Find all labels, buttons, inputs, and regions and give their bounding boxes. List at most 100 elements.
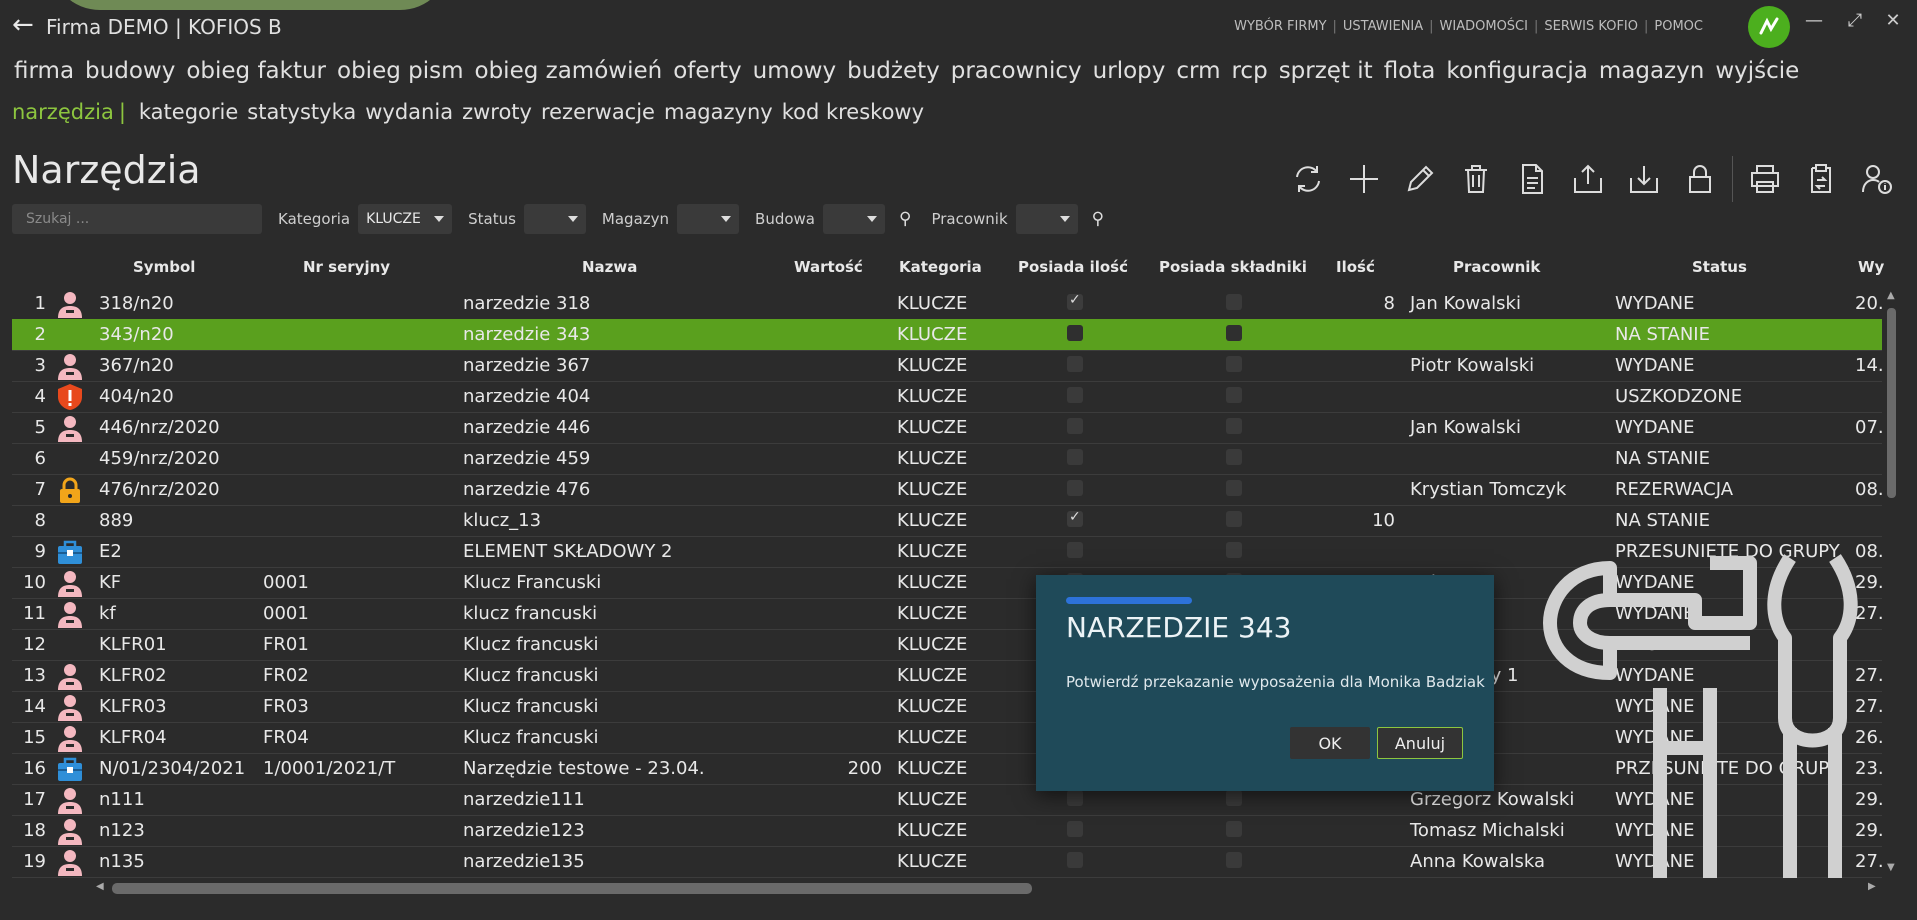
subnav-item[interactable]: rezerwacje (541, 100, 655, 124)
scroll-left-icon[interactable]: ◀ (96, 881, 104, 892)
main-nav-item[interactable]: obieg pism (337, 58, 464, 84)
table-row[interactable]: 1 318/n20 narzedzie 318 KLUCZE 8 Jan Kowalski… (12, 288, 1882, 320)
subnav-item[interactable]: magazyny (664, 100, 773, 124)
posiada-skladniki-checkbox[interactable] (1226, 542, 1242, 558)
main-nav-item[interactable]: budżety (847, 58, 940, 84)
top-menu-item[interactable]: WYBÓR FIRMY (1228, 19, 1332, 34)
posiada-skladniki-checkbox[interactable] (1226, 294, 1242, 310)
table-row[interactable]: 8 889 klucz_13 KLUCZE 10 NA STANIE (12, 505, 1882, 537)
back-arrow-icon[interactable]: ← (12, 12, 34, 38)
posiada-ilosc-checkbox[interactable] (1067, 449, 1083, 465)
table-row[interactable]: 5 446/nrz/2020 narzedzie 446 KLUCZE Jan Kowa… (12, 412, 1882, 444)
col-header-wartosc[interactable]: Wartość (794, 258, 863, 276)
subnav-item[interactable]: wydania (365, 100, 453, 124)
pracownik-dropdown[interactable] (1015, 204, 1078, 234)
top-menu-item[interactable]: SERWIS KOFIO (1538, 19, 1644, 34)
main-nav-item[interactable]: oferty (673, 58, 741, 84)
main-nav-item[interactable]: pracownicy (951, 58, 1082, 84)
col-header-posiada-skladniki[interactable]: Posiada składniki (1159, 258, 1307, 276)
top-menu-item[interactable]: USTAWIENIA (1337, 19, 1429, 34)
main-nav-item[interactable]: urlopy (1093, 58, 1166, 84)
posiada-ilosc-checkbox[interactable] (1067, 292, 1083, 310)
import-icon[interactable] (1616, 159, 1672, 199)
main-nav-item[interactable]: magazyn (1599, 58, 1704, 84)
delete-icon[interactable] (1448, 159, 1504, 199)
posiada-ilosc-checkbox[interactable] (1067, 480, 1083, 496)
user-info-icon[interactable] (1849, 159, 1905, 199)
edit-pencil-icon[interactable] (1392, 159, 1448, 199)
table-row[interactable]: 6 459/nrz/2020 narzedzie 459 KLUCZE NA STANI… (12, 443, 1882, 475)
top-menu-item[interactable]: POMOC (1648, 19, 1709, 34)
posiada-skladniki-checkbox[interactable] (1226, 449, 1242, 465)
main-nav-item[interactable]: sprzęt it (1279, 58, 1373, 84)
main-nav-item[interactable]: firma (14, 58, 74, 84)
col-header-wydano[interactable]: Wy (1858, 258, 1884, 276)
col-header-posiada-ilosc[interactable]: Posiada ilość (1018, 258, 1128, 276)
posiada-skladniki-checkbox[interactable] (1226, 511, 1242, 527)
col-header-kategoria[interactable]: Kategoria (899, 258, 982, 276)
col-header-pracownik[interactable]: Pracownik (1453, 258, 1540, 276)
scroll-up-icon[interactable]: ▲ (1887, 290, 1895, 301)
status-dropdown[interactable] (523, 204, 586, 234)
subnav-item[interactable]: kod kreskowy (782, 100, 924, 124)
col-header-nazwa[interactable]: Nazwa (582, 258, 637, 276)
export-icon[interactable] (1560, 159, 1616, 199)
posiada-skladniki-checkbox[interactable] (1226, 821, 1242, 837)
scroll-down-icon[interactable]: ▼ (1887, 862, 1895, 873)
document-icon[interactable] (1504, 159, 1560, 199)
vertical-scrollbar[interactable]: ▲ ▼ (1884, 288, 1898, 878)
main-nav-item[interactable]: flota (1384, 58, 1436, 84)
posiada-skladniki-checkbox[interactable] (1226, 790, 1242, 806)
main-nav-item[interactable]: budowy (85, 58, 175, 84)
maximize-icon[interactable]: ⤢ (1842, 10, 1868, 31)
kategoria-dropdown[interactable]: KLUCZE (358, 204, 453, 234)
ok-button[interactable]: OK (1290, 727, 1370, 759)
add-icon[interactable] (1336, 159, 1392, 199)
posiada-ilosc-checkbox[interactable] (1067, 542, 1083, 558)
scroll-right-icon[interactable]: ▶ (1868, 881, 1876, 892)
budowa-search-icon[interactable]: ⚲ (899, 209, 911, 229)
table-row[interactable]: 2 343/n20 narzedzie 343 KLUCZE NA STANIE (12, 319, 1882, 351)
top-menu-item[interactable]: WIADOMOŚCI (1434, 19, 1534, 34)
subnav-item-narzedzia[interactable]: narzędzia (12, 100, 114, 124)
posiada-skladniki-checkbox[interactable] (1226, 852, 1242, 868)
subnav-item[interactable]: statystyka (247, 100, 356, 124)
horizontal-scrollbar[interactable]: ◀ ▶ (92, 880, 1882, 896)
posiada-ilosc-checkbox[interactable] (1067, 325, 1083, 341)
close-icon[interactable]: ✕ (1880, 10, 1906, 31)
subnav-item[interactable]: zwroty (462, 100, 532, 124)
budowa-dropdown[interactable] (823, 204, 885, 234)
magazyn-dropdown[interactable] (677, 204, 740, 234)
search-input[interactable]: Szukaj ... (12, 204, 262, 234)
main-nav-item[interactable]: konfiguracja (1446, 58, 1588, 84)
pracownik-search-icon[interactable]: ⚲ (1092, 209, 1104, 229)
posiada-skladniki-checkbox[interactable] (1226, 387, 1242, 403)
posiada-skladniki-checkbox[interactable] (1226, 325, 1242, 341)
posiada-ilosc-checkbox[interactable] (1067, 790, 1083, 806)
posiada-skladniki-checkbox[interactable] (1226, 356, 1242, 372)
main-nav-item[interactable]: umowy (753, 58, 836, 84)
col-header-symbol[interactable]: Symbol (133, 258, 195, 276)
vertical-scroll-thumb[interactable] (1887, 308, 1896, 498)
print-icon[interactable] (1737, 159, 1793, 199)
posiada-ilosc-checkbox[interactable] (1067, 356, 1083, 372)
main-nav-item[interactable]: obieg zamówień (475, 58, 663, 84)
posiada-skladniki-checkbox[interactable] (1226, 418, 1242, 434)
main-nav-item[interactable]: obieg faktur (186, 58, 326, 84)
clipboard-transfer-icon[interactable] (1793, 159, 1849, 199)
posiada-ilosc-checkbox[interactable] (1067, 509, 1083, 527)
col-header-ilosc[interactable]: Ilość (1336, 258, 1375, 276)
table-row[interactable]: 4 404/n20 narzedzie 404 KLUCZE USZKODZONE (12, 381, 1882, 413)
posiada-ilosc-checkbox[interactable] (1067, 418, 1083, 434)
refresh-icon[interactable] (1280, 159, 1336, 199)
posiada-ilosc-checkbox[interactable] (1067, 852, 1083, 868)
main-nav-item[interactable]: rcp (1231, 58, 1267, 84)
subnav-item[interactable]: kategorie (139, 100, 238, 124)
lock-icon[interactable] (1672, 159, 1728, 199)
cancel-button[interactable]: Anuluj (1377, 727, 1463, 759)
col-header-status[interactable]: Status (1692, 258, 1747, 276)
posiada-ilosc-checkbox[interactable] (1067, 821, 1083, 837)
table-row[interactable]: 7 476/nrz/2020 narzedzie 476 KLUCZE Krystian… (12, 474, 1882, 506)
posiada-skladniki-checkbox[interactable] (1226, 480, 1242, 496)
table-row[interactable]: 3 367/n20 narzedzie 367 KLUCZE Piotr Kowalsk… (12, 350, 1882, 382)
